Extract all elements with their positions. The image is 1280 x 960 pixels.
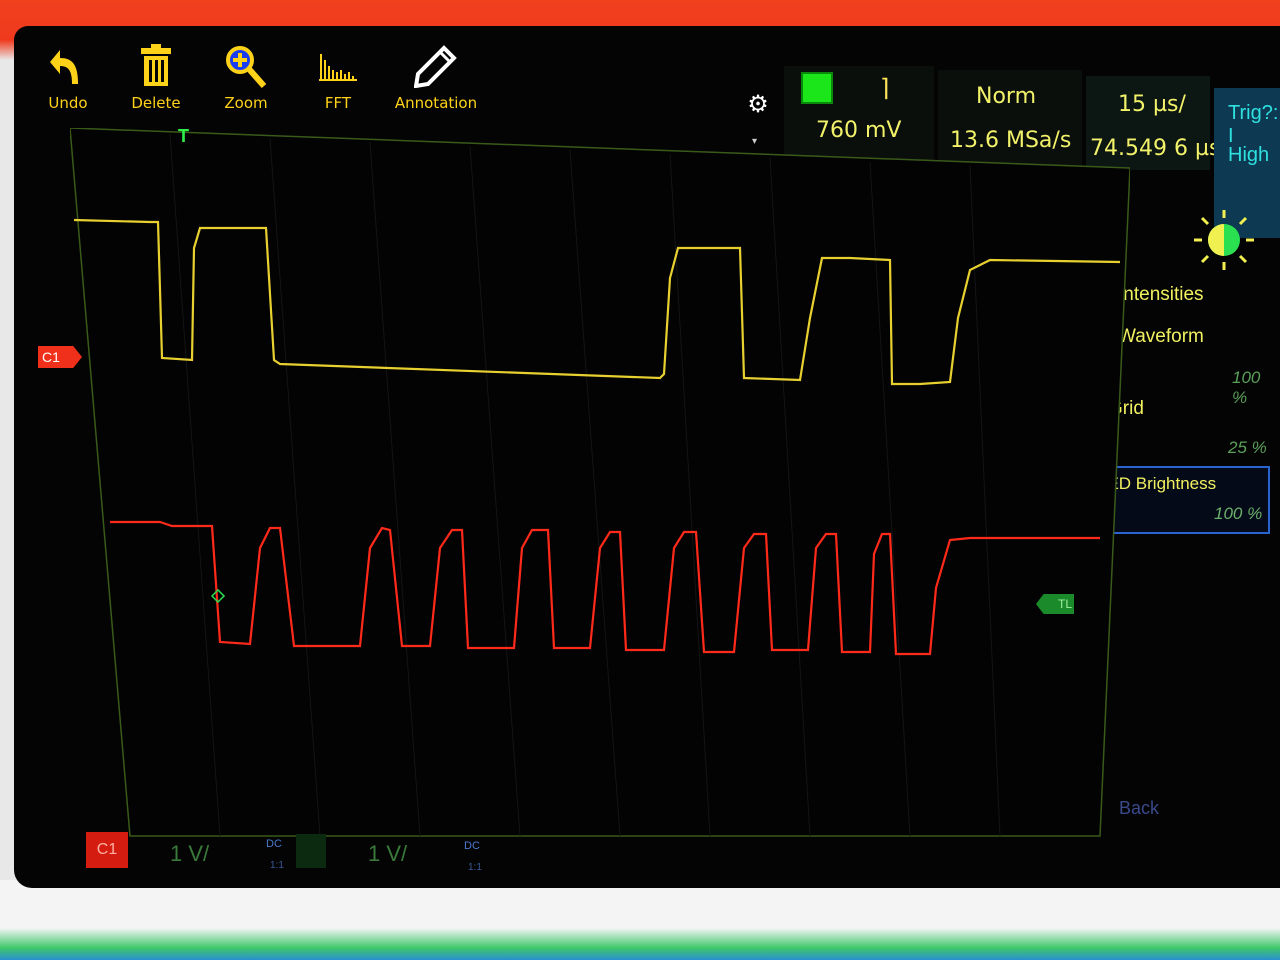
menu-intensities: Intensities: [1118, 284, 1204, 305]
channel1-probe-ratio: 1:1: [270, 860, 284, 871]
channel1-coupling: DC: [266, 838, 282, 850]
annotation-label: Annotation: [394, 94, 478, 112]
waveform-value: 100 %: [1232, 368, 1261, 407]
channel2-badge[interactable]: [296, 834, 326, 868]
monitor-bezel-bottom: [0, 880, 1280, 960]
trigger-time-marker[interactable]: T: [178, 126, 189, 147]
waveform-display[interactable]: [70, 128, 1130, 840]
zoom-button[interactable]: Zoom: [206, 44, 286, 112]
trigger-state: High: [1228, 144, 1270, 166]
oscilloscope-screen: Undo Delete Zoom FFT Annotation ⚙ ▾ ⌉ 76…: [14, 26, 1280, 888]
gear-icon[interactable]: ⚙: [747, 93, 769, 117]
delete-label: Delete: [131, 94, 181, 112]
trigger-source-icon: [801, 72, 833, 104]
brightness-icon[interactable]: [1192, 208, 1256, 277]
magnifier-icon: [206, 44, 286, 92]
undo-label: Undo: [48, 94, 88, 112]
undo-button[interactable]: Undo: [28, 44, 108, 112]
pencil-icon: [388, 44, 484, 92]
falling-edge-icon: ⌉: [880, 75, 890, 102]
zoom-label: Zoom: [224, 94, 268, 112]
channel1-badge[interactable]: C1: [86, 832, 128, 868]
grid-value: 25 %: [1228, 438, 1267, 457]
menu-waveform[interactable]: Waveform: [1118, 326, 1204, 348]
undo-icon: [28, 44, 108, 92]
fft-icon: [298, 44, 378, 92]
delete-button[interactable]: Delete: [116, 44, 196, 112]
trigger-mode: Norm: [976, 84, 1037, 109]
trigger-label: Trig?: I: [1228, 102, 1279, 147]
timebase: 15 µs/: [1118, 92, 1186, 117]
annotation-button[interactable]: Annotation: [388, 44, 484, 112]
fft-label: FFT: [324, 94, 352, 112]
channel2-scale[interactable]: 1 V/: [368, 841, 407, 867]
trash-icon: [116, 44, 196, 92]
led-brightness-value: 100 %: [1214, 504, 1263, 523]
channel1-scale[interactable]: 1 V/: [170, 841, 209, 867]
channel2-coupling: DC: [464, 840, 480, 852]
channel1-offset-marker[interactable]: C1: [38, 346, 82, 368]
fft-button[interactable]: FFT: [298, 44, 378, 112]
trigger-level-marker[interactable]: TL: [1036, 594, 1074, 614]
channel2-probe-ratio: 1:1: [468, 862, 482, 873]
